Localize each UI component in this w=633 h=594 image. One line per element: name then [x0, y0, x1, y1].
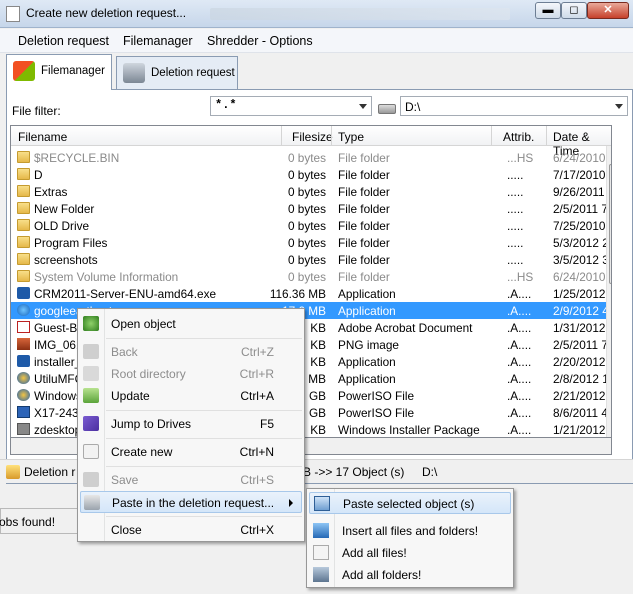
tab-filemanager[interactable]: Filemanager — [6, 54, 112, 90]
folder-icon — [313, 567, 329, 582]
menu-item-create-new[interactable]: Create new Ctrl+N — [80, 441, 302, 463]
chevron-down-icon[interactable] — [615, 104, 623, 109]
background-status-text: obs found! — [0, 515, 56, 529]
submenu-item-paste-selected[interactable]: Paste selected object (s) — [309, 492, 511, 514]
folder-icon — [17, 236, 30, 248]
shredder-icon — [123, 63, 145, 83]
table-row[interactable]: screenshots 0 bytes File folder ..... 3/… — [11, 251, 611, 268]
chevron-down-icon[interactable] — [359, 104, 367, 109]
list-header: Filename Filesize Type Attrib. Date & Ti… — [11, 126, 611, 158]
tab-deletion-request-label: Deletion request — [151, 67, 235, 79]
status-left-text: Deletion r — [24, 465, 76, 479]
submenu-item-add-all-folders[interactable]: Add all folders! — [309, 564, 511, 586]
minimize-button[interactable]: ▬ — [535, 2, 561, 19]
paste-submenu: Paste selected object (s) Insert all fil… — [306, 488, 514, 588]
menu-item-back[interactable]: Back Ctrl+Z — [80, 341, 302, 363]
app-icon — [6, 6, 20, 22]
globe-icon — [17, 372, 30, 384]
menu-item-close[interactable]: Close Ctrl+X — [80, 519, 302, 541]
drive-combo[interactable]: D:\ — [400, 96, 628, 116]
vertical-scrollbar[interactable] — [606, 146, 611, 437]
table-row[interactable]: System Volume Information 0 bytes File f… — [11, 268, 611, 285]
menu-bar: Deletion request Filemanager Shredder - … — [0, 29, 633, 53]
window-title: Create new deletion request... — [26, 6, 187, 20]
file-icon — [313, 545, 329, 560]
installer-icon — [17, 423, 30, 435]
status-icon — [6, 465, 20, 479]
table-icon — [314, 496, 330, 511]
table-row[interactable]: Program Files 0 bytes File folder ..... … — [11, 234, 611, 251]
close-button[interactable]: ✕ — [587, 2, 629, 19]
disc-image-icon — [17, 389, 30, 401]
shredder-icon — [84, 495, 100, 510]
tab-deletion-request[interactable]: Deletion request — [116, 56, 238, 90]
col-attrib[interactable]: Attrib. — [503, 130, 534, 144]
tab-strip: Filemanager Deletion request — [6, 54, 633, 90]
chevron-right-icon — [289, 499, 293, 507]
table-row[interactable]: OLD Drive 0 bytes File folder ..... 7/25… — [11, 217, 611, 234]
open-icon — [83, 316, 99, 331]
application-icon — [17, 287, 30, 299]
file-filter-value: *.* — [215, 98, 237, 112]
table-row[interactable]: D 0 bytes File folder ..... 7/17/2010 — [11, 166, 611, 183]
refresh-icon — [83, 388, 99, 403]
pdf-icon — [17, 321, 30, 333]
folder-icon — [17, 270, 30, 282]
disc-image-icon — [17, 406, 30, 418]
save-icon — [83, 472, 99, 487]
maximize-button[interactable]: ◻ — [561, 2, 587, 19]
folder-icon — [17, 151, 30, 163]
col-filesize[interactable]: Filesize — [292, 130, 333, 144]
folder-icon — [17, 185, 30, 197]
menu-filemanager[interactable]: Filemanager — [123, 34, 192, 48]
context-menu: Open object Back Ctrl+Z Root directory C… — [77, 308, 305, 542]
submenu-item-add-all-files[interactable]: Add all files! — [309, 542, 511, 564]
background-window-strip — [210, 8, 510, 20]
background-status-strip: obs found! — [0, 508, 80, 534]
scrollbar-thumb[interactable] — [609, 164, 611, 284]
menu-shredder-options[interactable]: Shredder - Options — [207, 34, 313, 48]
menu-item-root-directory[interactable]: Root directory Ctrl+R — [80, 363, 302, 385]
table-row[interactable]: CRM2011-Server-ENU-amd64.exe 116.36 MB A… — [11, 285, 611, 302]
drive-value: D:\ — [405, 100, 421, 114]
image-icon — [17, 338, 30, 350]
windows-logo-icon — [13, 61, 35, 81]
menu-item-jump-to-drives[interactable]: Jump to Drives F5 — [80, 413, 302, 435]
col-type[interactable]: Type — [338, 130, 364, 144]
root-icon — [83, 366, 99, 381]
table-row[interactable]: Extras 0 bytes File folder ..... 9/26/20… — [11, 183, 611, 200]
table-row[interactable]: $RECYCLE.BIN 0 bytes File folder ...HS 6… — [11, 149, 611, 166]
jump-icon — [83, 416, 99, 431]
google-earth-icon — [17, 304, 30, 316]
file-filter-label: File filter: — [12, 104, 61, 118]
folder-icon — [17, 219, 30, 231]
menu-item-open-object[interactable]: Open object — [80, 313, 302, 335]
menu-item-paste-in-deletion-request[interactable]: Paste in the deletion request... — [80, 491, 302, 513]
status-drive: D:\ — [422, 465, 438, 479]
drive-icon — [378, 104, 396, 114]
menu-item-update[interactable]: Update Ctrl+A — [80, 385, 302, 407]
file-filter-combo[interactable]: *.* — [210, 96, 372, 116]
table-row[interactable]: New Folder 0 bytes File folder ..... 2/5… — [11, 200, 611, 217]
application-icon — [17, 355, 30, 367]
submenu-item-insert-all[interactable]: Insert all files and folders! — [309, 520, 511, 542]
menu-deletion-request[interactable]: Deletion request — [18, 34, 109, 48]
folder-icon — [17, 202, 30, 214]
col-filename[interactable]: Filename — [18, 130, 67, 144]
title-bar: Create new deletion request... ▬ ◻ ✕ — [0, 0, 633, 28]
status-object-count: B ->> 17 Object (s) — [303, 465, 405, 479]
insert-icon — [313, 523, 329, 538]
folder-icon — [17, 168, 30, 180]
new-file-icon — [83, 444, 99, 459]
tab-filemanager-label: Filemanager — [41, 65, 105, 77]
folder-icon — [17, 253, 30, 265]
back-icon — [83, 344, 99, 359]
menu-item-save[interactable]: Save Ctrl+S — [80, 469, 302, 491]
